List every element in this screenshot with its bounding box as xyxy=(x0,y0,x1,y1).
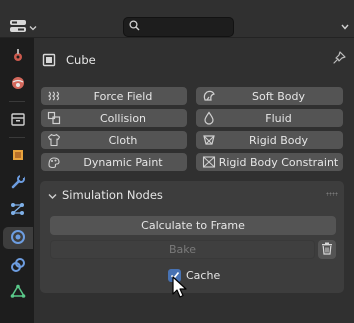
chevron-down-icon xyxy=(340,21,350,34)
force-field-label: Force Field xyxy=(93,89,153,103)
properties-tab-bar xyxy=(0,38,34,323)
panel-title: Simulation Nodes xyxy=(62,188,163,202)
dynamic-paint-label: Dynamic Paint xyxy=(83,155,163,169)
editor-type-dropdown[interactable] xyxy=(9,17,37,37)
collision-icon xyxy=(46,110,62,126)
chevron-down-icon xyxy=(29,21,37,34)
tab-separator xyxy=(9,101,25,102)
search-icon xyxy=(129,20,140,34)
drag-handle-icon[interactable] xyxy=(326,192,338,196)
calculate-to-frame-button[interactable]: Calculate to Frame xyxy=(50,216,336,235)
rigid-body-label: Rigid Body xyxy=(249,133,308,147)
delete-bake-button[interactable] xyxy=(318,240,336,259)
tool-icon xyxy=(10,48,26,67)
particles-icon xyxy=(10,201,26,220)
fluid-icon xyxy=(201,110,217,126)
dynamic-paint-icon xyxy=(46,154,62,170)
rigid-body-button[interactable]: Rigid Body xyxy=(196,131,343,149)
tab-object[interactable] xyxy=(7,145,29,167)
collision-button[interactable]: Collision xyxy=(41,109,187,127)
physics-icon xyxy=(10,229,26,248)
cloth-button[interactable]: Cloth xyxy=(41,131,187,149)
search-input[interactable] xyxy=(144,20,234,34)
panel-header[interactable]: Simulation Nodes xyxy=(40,181,344,207)
chevron-down-icon xyxy=(48,190,57,203)
fluid-button[interactable]: Fluid xyxy=(196,109,343,127)
fluid-label: Fluid xyxy=(265,111,292,125)
force-field-icon xyxy=(46,88,62,104)
tab-data[interactable] xyxy=(7,282,29,304)
mouse-cursor-icon xyxy=(172,276,188,303)
rigid-body-constraint-button[interactable]: Rigid Body Constraint xyxy=(196,153,343,171)
force-field-button[interactable]: Force Field xyxy=(41,87,187,105)
cache-label: Cache xyxy=(186,268,221,282)
tab-render[interactable] xyxy=(7,73,29,95)
data-icon xyxy=(10,284,26,303)
output-icon xyxy=(10,111,26,130)
simulation-nodes-panel: Simulation Nodes Calculate to Frame Bake… xyxy=(40,181,344,293)
soft-body-button[interactable]: Soft Body xyxy=(196,87,343,105)
rigid-body-icon xyxy=(201,132,217,148)
tab-modifiers[interactable] xyxy=(7,172,29,194)
trash-icon xyxy=(321,242,333,258)
tab-tool[interactable] xyxy=(7,46,29,68)
search-field[interactable] xyxy=(123,17,234,37)
rigid-body-constraint-icon xyxy=(201,154,217,170)
properties-header xyxy=(0,0,354,38)
rigid-body-constraint-label: Rigid Body Constraint xyxy=(218,155,339,169)
modifier-icon xyxy=(10,174,26,193)
cloth-icon xyxy=(46,132,62,148)
header-options-dropdown[interactable] xyxy=(340,17,350,37)
physics-properties: Cube Force Field Soft Body Collision Flu… xyxy=(34,38,354,323)
pin-icon[interactable] xyxy=(332,51,346,68)
soft-body-label: Soft Body xyxy=(252,89,305,103)
object-icon xyxy=(10,147,26,166)
tab-separator xyxy=(9,137,25,138)
collision-label: Collision xyxy=(99,111,147,125)
object-context-row: Cube xyxy=(34,38,354,78)
render-icon xyxy=(10,75,26,94)
tab-particles[interactable] xyxy=(7,199,29,221)
bake-button[interactable]: Bake xyxy=(50,240,315,259)
cloth-label: Cloth xyxy=(108,133,138,147)
object-name: Cube xyxy=(66,53,96,67)
constraints-icon xyxy=(10,257,26,276)
properties-editor-icon xyxy=(9,18,27,37)
soft-body-icon xyxy=(201,88,217,104)
tab-physics[interactable] xyxy=(3,227,33,249)
tab-output[interactable] xyxy=(7,109,29,131)
dynamic-paint-button[interactable]: Dynamic Paint xyxy=(41,153,187,171)
tab-constraints[interactable] xyxy=(7,255,29,277)
object-icon xyxy=(42,53,56,70)
